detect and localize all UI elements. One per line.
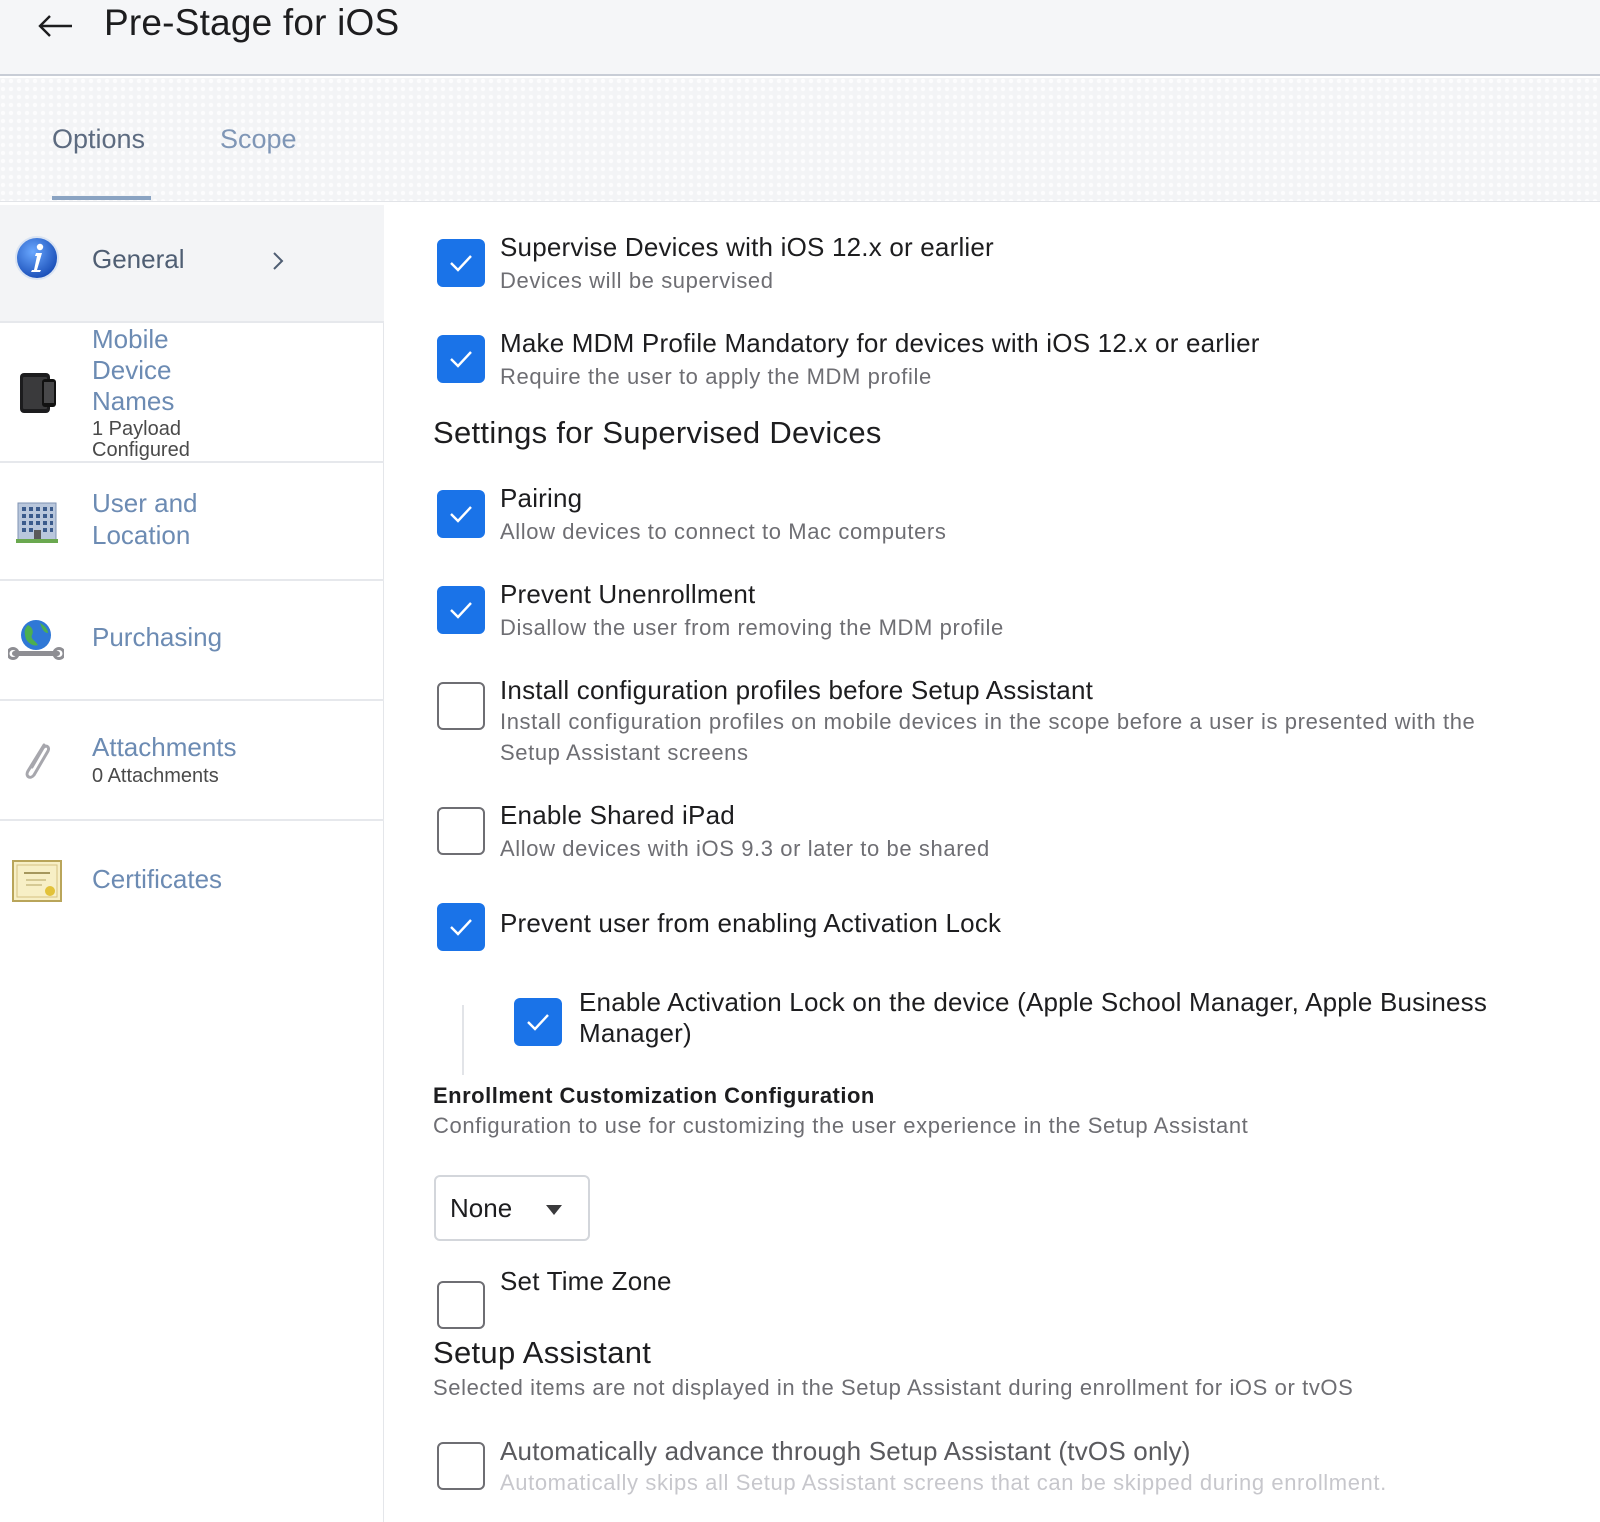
sidebar-item-label-line-1: Mobile [92, 324, 169, 354]
pairing-title: Pairing [500, 483, 583, 513]
sidebar: General Mobile Device Names 1 Payload Co… [0, 205, 384, 1522]
enable-activation-lock-checkbox[interactable] [514, 998, 562, 1046]
prevent-unenrollment-title: Prevent Unenrollment [500, 579, 756, 609]
pairing-checkbox[interactable] [437, 490, 485, 538]
sidebar-item-attachments[interactable]: Attachments 0 Attachments [0, 701, 384, 821]
sidebar-item-label-line-2: Device [92, 355, 172, 385]
back-arrow-icon[interactable] [36, 4, 76, 44]
sidebar-item-certificates[interactable]: Certificates [0, 821, 384, 941]
payload-count-suffix: Configured [92, 439, 190, 461]
selected-value: None [450, 1193, 513, 1223]
time-zone-checkbox[interactable] [437, 1281, 485, 1329]
enable-activation-lock-title-line-2: Manager) [579, 1018, 692, 1048]
supervised-settings-heading: Settings for Supervised Devices [433, 415, 882, 450]
tab-options[interactable]: Options [52, 124, 145, 155]
globe-wrench-icon [6, 617, 66, 663]
supervise-desc: Devices will be supervised [500, 268, 774, 293]
sidebar-item-label: Purchasing [92, 622, 223, 652]
building-icon [14, 499, 60, 545]
activation-lock-title: Prevent user from enabling Activation Lo… [500, 908, 1002, 938]
certificate-icon [12, 859, 62, 905]
supervise-checkbox[interactable] [437, 239, 485, 287]
enrollment-customization-desc: Configuration to use for customizing the… [433, 1113, 1249, 1138]
shared-ipad-checkbox[interactable] [437, 807, 485, 855]
prevent-unenrollment-desc: Disallow the user from removing the MDM … [500, 615, 1004, 640]
shared-ipad-title: Enable Shared iPad [500, 800, 735, 830]
attachments-count: 0 Attachments [92, 765, 219, 787]
time-zone-title: Set Time Zone [500, 1266, 672, 1296]
sidebar-item-label-line-3: Names [92, 386, 175, 416]
shared-ipad-desc: Allow devices with iOS 9.3 or later to b… [500, 836, 990, 861]
sidebar-item-user-and-location[interactable]: User and Location [0, 463, 384, 581]
options-panel: Supervise Devices with iOS 12.x or earli… [384, 205, 1600, 1522]
install-profiles-title: Install configuration profiles before Se… [500, 675, 1094, 705]
auto-advance-desc: Automatically skips all Setup Assistant … [500, 1470, 1387, 1495]
info-icon [14, 235, 60, 281]
pairing-desc: Allow devices to connect to Mac computer… [500, 519, 947, 544]
mobile-devices-icon [14, 369, 60, 415]
install-profiles-desc-line-2: Setup Assistant screens [500, 740, 749, 765]
prevent-unenrollment-checkbox[interactable] [437, 586, 485, 634]
tab-scope[interactable]: Scope [220, 124, 297, 155]
activation-lock-checkbox[interactable] [437, 903, 485, 951]
sidebar-item-purchasing[interactable]: Purchasing [0, 581, 384, 701]
auto-advance-title: Automatically advance through Setup Assi… [500, 1436, 1191, 1466]
payload-count: 1 Payload [92, 418, 181, 440]
sidebar-item-general[interactable]: General [0, 205, 384, 323]
sidebar-item-label-line-2: Location [92, 520, 191, 550]
active-tab-indicator [52, 196, 151, 200]
enable-activation-lock-title-line-1: Enable Activation Lock on the device (Ap… [579, 987, 1488, 1017]
page-title: Pre-Stage for iOS [104, 2, 400, 43]
caret-down-icon [546, 1205, 562, 1215]
page-header: Pre-Stage for iOS [0, 0, 1600, 76]
install-profiles-desc-line-1: Install configuration profiles on mobile… [500, 709, 1476, 734]
paperclip-icon [14, 737, 60, 783]
mdm-mandatory-checkbox[interactable] [437, 335, 485, 383]
auto-advance-checkbox[interactable] [437, 1442, 485, 1490]
sidebar-item-label: General [92, 244, 185, 274]
mdm-mandatory-desc: Require the user to apply the MDM profil… [500, 364, 932, 389]
setup-assistant-heading: Setup Assistant [433, 1335, 652, 1370]
enrollment-customization-heading: Enrollment Customization Configuration [433, 1083, 875, 1108]
tab-bar: Options Scope [0, 78, 1600, 202]
nested-option-guide [462, 1005, 464, 1075]
chevron-right-icon [268, 249, 288, 273]
supervise-title: Supervise Devices with iOS 12.x or earli… [500, 232, 994, 262]
install-profiles-checkbox[interactable] [437, 682, 485, 730]
sidebar-item-label: Attachments [92, 732, 237, 762]
sidebar-item-label-line-1: User and [92, 488, 198, 518]
setup-assistant-desc: Selected items are not displayed in the … [433, 1375, 1354, 1400]
mdm-mandatory-title: Make MDM Profile Mandatory for devices w… [500, 328, 1260, 358]
sidebar-item-mobile-device-names[interactable]: Mobile Device Names 1 Payload Configured [0, 323, 384, 463]
enrollment-customization-select[interactable]: None [434, 1175, 590, 1241]
sidebar-item-label: Certificates [92, 864, 223, 894]
